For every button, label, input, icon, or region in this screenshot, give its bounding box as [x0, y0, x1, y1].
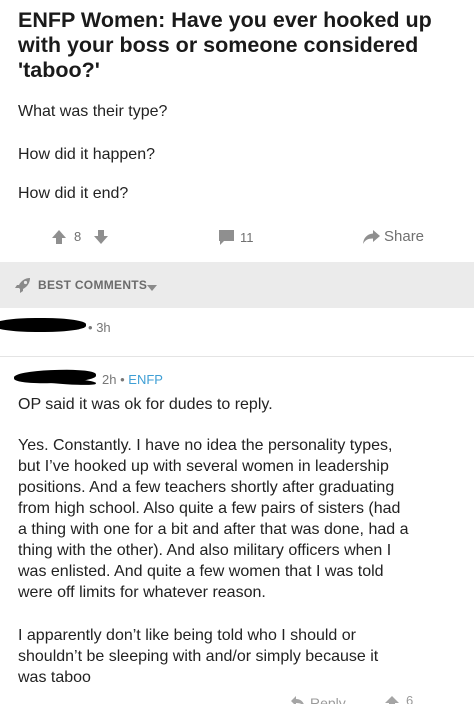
comment-divider	[0, 356, 474, 357]
downvote-icon[interactable]	[92, 228, 110, 246]
rocket-icon	[14, 276, 32, 294]
post-body-line: How did it happen?	[18, 146, 155, 163]
comment-text-line: but I’ve hooked up with several women in…	[18, 458, 389, 475]
post-title-line: 'taboo?'	[18, 58, 100, 82]
comment-meta: • 3h	[88, 320, 111, 335]
share-label: Share	[384, 228, 425, 245]
comment-text-line: thing with the other). And also military…	[18, 542, 392, 559]
comment-text-line: was taboo	[18, 669, 91, 686]
comment-sort-label: BEST COMMENTS	[38, 278, 148, 292]
comment-time: 2h	[102, 372, 117, 387]
post-body-line: How did it end?	[18, 185, 129, 202]
reply-label: Reply	[310, 695, 346, 704]
comment-count: 11	[240, 230, 254, 245]
comment-text-line: Yes. Constantly. I have no idea the pers…	[18, 437, 393, 454]
redacted-username	[0, 318, 86, 332]
comment-separator: •	[88, 320, 93, 335]
comment-text-line: I apparently don’t like being told who I…	[18, 627, 356, 644]
upvote-icon[interactable]	[50, 228, 68, 246]
post-title-line: ENFP Women: Have you ever hooked up	[18, 8, 432, 32]
post-actions: 8 11 Share	[0, 226, 474, 248]
comment-text-line: positions. And a few teachers shortly af…	[18, 479, 395, 496]
share-button[interactable]: Share	[362, 228, 432, 248]
comment-text-line: was enlisted. And quite a few women that…	[18, 563, 384, 580]
post-title: ENFP Women: Have you ever hooked up with…	[18, 8, 458, 83]
comment-text-line: a thing with one for a bit and after tha…	[18, 521, 409, 538]
comment-separator: •	[120, 372, 125, 387]
reply-button[interactable]: Reply	[290, 695, 346, 704]
comment-meta: 2h • ENFP	[102, 372, 163, 387]
comment-text-line: were off limits for whatever reason.	[18, 584, 266, 601]
comment-score: 6	[406, 693, 414, 704]
caret-down-icon	[146, 280, 158, 291]
post-body-line: What was their type?	[18, 103, 168, 120]
user-flair: ENFP	[128, 372, 163, 387]
post-score: 8	[74, 229, 82, 244]
comment-text-line: OP said it was ok for dudes to reply.	[18, 396, 273, 413]
comment-text-line: shouldn’t be sleeping with and/or simply…	[18, 648, 379, 665]
comment-actions: Reply 6	[0, 693, 474, 704]
comment-time: 3h	[96, 320, 111, 335]
comment-sort-bar[interactable]: BEST COMMENTS	[0, 262, 474, 308]
comment-text-line: from high school. Also quite a few pairs…	[18, 500, 401, 517]
comment-icon	[219, 230, 234, 245]
post-title-line: with your boss or someone considered	[18, 33, 419, 57]
upvote-icon[interactable]	[384, 695, 400, 704]
share-icon	[363, 230, 380, 244]
reply-icon	[291, 696, 304, 704]
